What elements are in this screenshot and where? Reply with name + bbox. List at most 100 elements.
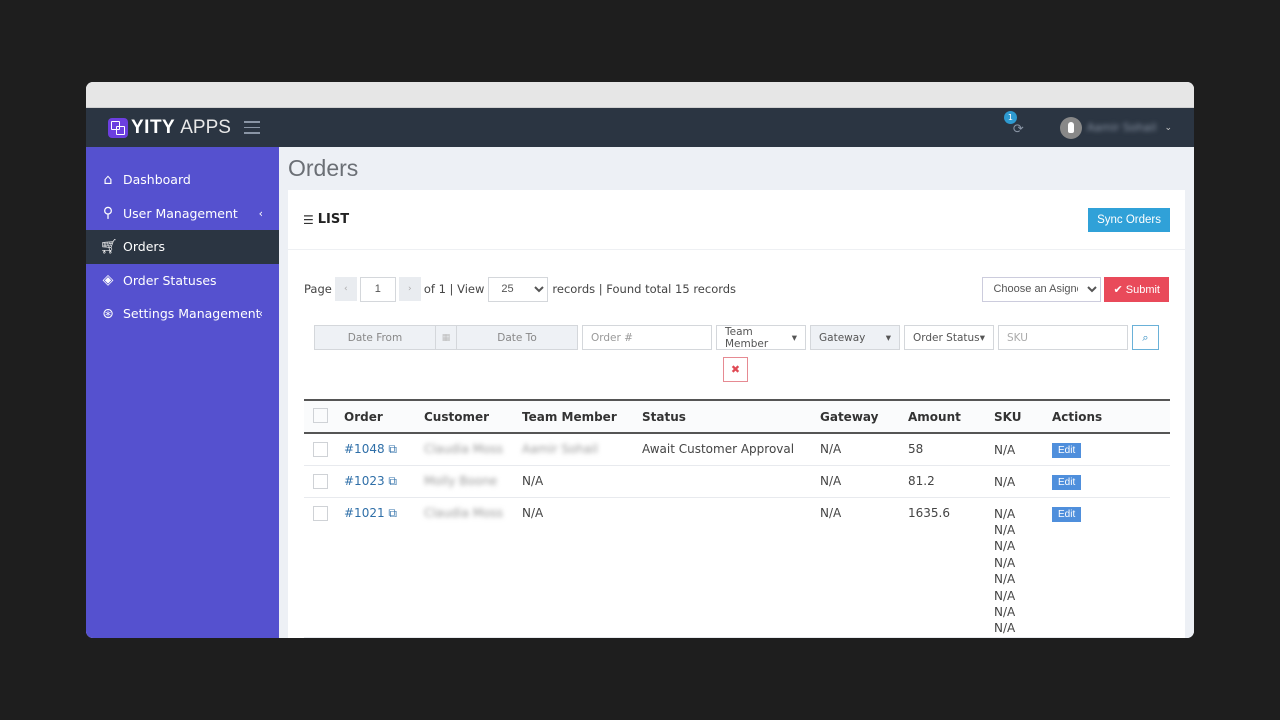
sku-value: N/A	[994, 522, 1016, 537]
sku-value: N/A	[994, 539, 1016, 554]
column-header-amount[interactable]: Amount	[908, 400, 994, 433]
search-button[interactable]: ⌕	[1132, 325, 1159, 350]
sidebar-item-label: Dashboard	[123, 172, 191, 188]
sidebar-item-label: User Management	[123, 205, 238, 221]
column-header-actions: Actions	[1052, 409, 1103, 424]
logo-text-light: APPS	[180, 116, 231, 138]
order-status	[642, 465, 820, 497]
gateway: N/A	[820, 473, 842, 488]
external-link-icon[interactable]: ⧉	[388, 442, 397, 456]
of-pages-text: of 1 | View	[423, 282, 485, 296]
sidebar-item-dashboard[interactable]: ⌂ Dashboard	[86, 163, 279, 197]
username[interactable]: Aamir Sohail	[1087, 121, 1157, 134]
customer-name: Molly Boone	[424, 473, 498, 488]
chevron-left-icon: ‹	[258, 206, 263, 220]
table-row: #1048 ⧉ Claudia Moss Aamir Sohail Await …	[304, 433, 1170, 465]
sku-value: N/A	[994, 572, 1016, 587]
logo-text-bold: YITY	[131, 116, 176, 138]
sku-list: N/A	[994, 433, 1052, 465]
sku-value: N/A	[994, 588, 1016, 603]
menu-toggle-icon[interactable]	[243, 121, 260, 134]
next-page-button[interactable]: ›	[398, 277, 421, 301]
gateway-dropdown[interactable]: Gateway ▾	[810, 325, 900, 350]
sku-list: N/A	[994, 465, 1052, 497]
prev-page-button[interactable]: ‹	[334, 277, 357, 301]
sidebar-item-user-management[interactable]: ⚲ User Management ‹	[86, 197, 279, 231]
customer-name: Claudia Moss	[424, 505, 503, 520]
page-number-input[interactable]	[359, 276, 396, 302]
sidebar-item-order-statuses[interactable]: ◈ Order Statuses	[86, 264, 279, 298]
logo[interactable]: YITY APPS	[108, 117, 231, 139]
column-header-sku[interactable]: SKU	[994, 400, 1052, 433]
avatar[interactable]	[1059, 116, 1082, 139]
column-header-customer[interactable]: Customer	[424, 400, 522, 433]
order-number-input[interactable]: Order #	[582, 325, 712, 350]
sku-value: N/A	[994, 443, 1016, 457]
order-link[interactable]: #1023	[344, 474, 385, 488]
orders-table: Order Customer Team Member Status Gatewa…	[304, 399, 1170, 638]
date-from-input[interactable]: Date From	[314, 325, 436, 350]
edit-button[interactable]: Edit	[1052, 443, 1082, 458]
sidebar: ⌂ Dashboard ⚲ User Management ‹ 🛒︎ Order…	[86, 147, 279, 638]
submit-label: Submit	[1125, 283, 1160, 296]
card-title: LIST	[317, 212, 350, 227]
search-icon: ⌕	[1142, 330, 1149, 344]
sidebar-item-orders[interactable]: 🛒︎ Orders	[86, 230, 279, 264]
order-link[interactable]: #1021	[344, 506, 385, 520]
column-header-team-member[interactable]: Team Member	[522, 400, 642, 433]
sidebar-item-label: Settings Management	[123, 306, 261, 322]
chevron-down-icon[interactable]: ⌄	[1164, 123, 1172, 133]
main-content: Orders ☰ LIST Sync Orders Page ‹ › of 1 …	[279, 147, 1194, 638]
select-all-checkbox[interactable]	[313, 407, 328, 423]
refresh-icon: ⟳	[1012, 121, 1024, 137]
page-label: Page	[304, 282, 332, 296]
list-icon: ☰	[303, 212, 314, 227]
amount: 58	[908, 442, 924, 456]
check-icon: ✔	[1113, 283, 1126, 296]
filter-bar: Date From ▦ Date To Order # Team Member ▾…	[314, 325, 1163, 350]
clear-filters-button[interactable]: ✖	[723, 357, 748, 382]
edit-button[interactable]: Edit	[1052, 506, 1082, 522]
team-member-dropdown[interactable]: Team Member ▾	[716, 325, 806, 350]
column-header-status[interactable]: Status	[642, 400, 820, 433]
per-page-select[interactable]: 25	[488, 276, 549, 302]
gateway-label: Gateway	[819, 331, 866, 344]
edit-button[interactable]: Edit	[1052, 474, 1082, 490]
top-navbar: YITY APPS 1 ⟳ Aamir Sohail ⌄	[86, 108, 1194, 147]
date-to-input[interactable]: Date To	[456, 325, 578, 350]
order-status-dropdown[interactable]: Order Status ▾	[904, 325, 994, 350]
amount: 1635.6	[908, 505, 950, 520]
table-row: #1021 ⧉ Claudia Moss N/A N/A 1635.6 N/A …	[304, 497, 1170, 638]
external-link-icon[interactable]: ⧉	[388, 506, 397, 520]
caret-down-icon: ▾	[885, 331, 891, 344]
cart-icon: 🛒︎	[100, 238, 118, 255]
order-status: Await Customer Approval	[642, 442, 795, 456]
sync-orders-button[interactable]: Sync Orders	[1088, 207, 1170, 232]
column-header-order[interactable]: Order	[344, 400, 424, 433]
customer-name: Claudia Moss	[424, 442, 503, 456]
chevron-left-icon: ‹	[258, 307, 263, 321]
submit-button[interactable]: ✔ Submit	[1104, 276, 1169, 302]
team-member: N/A	[522, 473, 544, 488]
sku-list: N/A N/A N/A N/A N/A N/A N/A N/A	[994, 497, 1052, 637]
sku-input[interactable]: SKU	[998, 325, 1128, 350]
external-link-icon[interactable]: ⧉	[388, 474, 397, 488]
row-checkbox[interactable]	[313, 505, 328, 521]
records-found-text: records | Found total 15 records	[552, 282, 737, 296]
order-link[interactable]: #1048	[344, 442, 385, 456]
row-checkbox[interactable]	[313, 473, 328, 489]
sidebar-item-settings-management[interactable]: ⊛ Settings Management ‹	[86, 297, 279, 331]
orders-card: ☰ LIST Sync Orders Page ‹ › of 1 | View …	[288, 190, 1185, 638]
assignee-select[interactable]: Choose an Asignee	[982, 276, 1102, 302]
caret-down-icon: ▾	[979, 331, 985, 344]
sync-notification[interactable]: 1 ⟳	[1003, 110, 1030, 139]
home-icon: ⌂	[103, 171, 113, 188]
user-icon: ⚲	[102, 205, 114, 222]
sidebar-item-label: Orders	[123, 239, 166, 255]
row-checkbox[interactable]	[313, 442, 328, 457]
calendar-icon[interactable]: ▦	[436, 325, 456, 350]
sku-value: N/A	[994, 474, 1016, 489]
sidebar-item-label: Order Statuses	[123, 272, 217, 288]
column-header-gateway[interactable]: Gateway	[820, 400, 908, 433]
table-row: #1023 ⧉ Molly Boone N/A N/A 81.2 N/A Edi…	[304, 465, 1170, 497]
